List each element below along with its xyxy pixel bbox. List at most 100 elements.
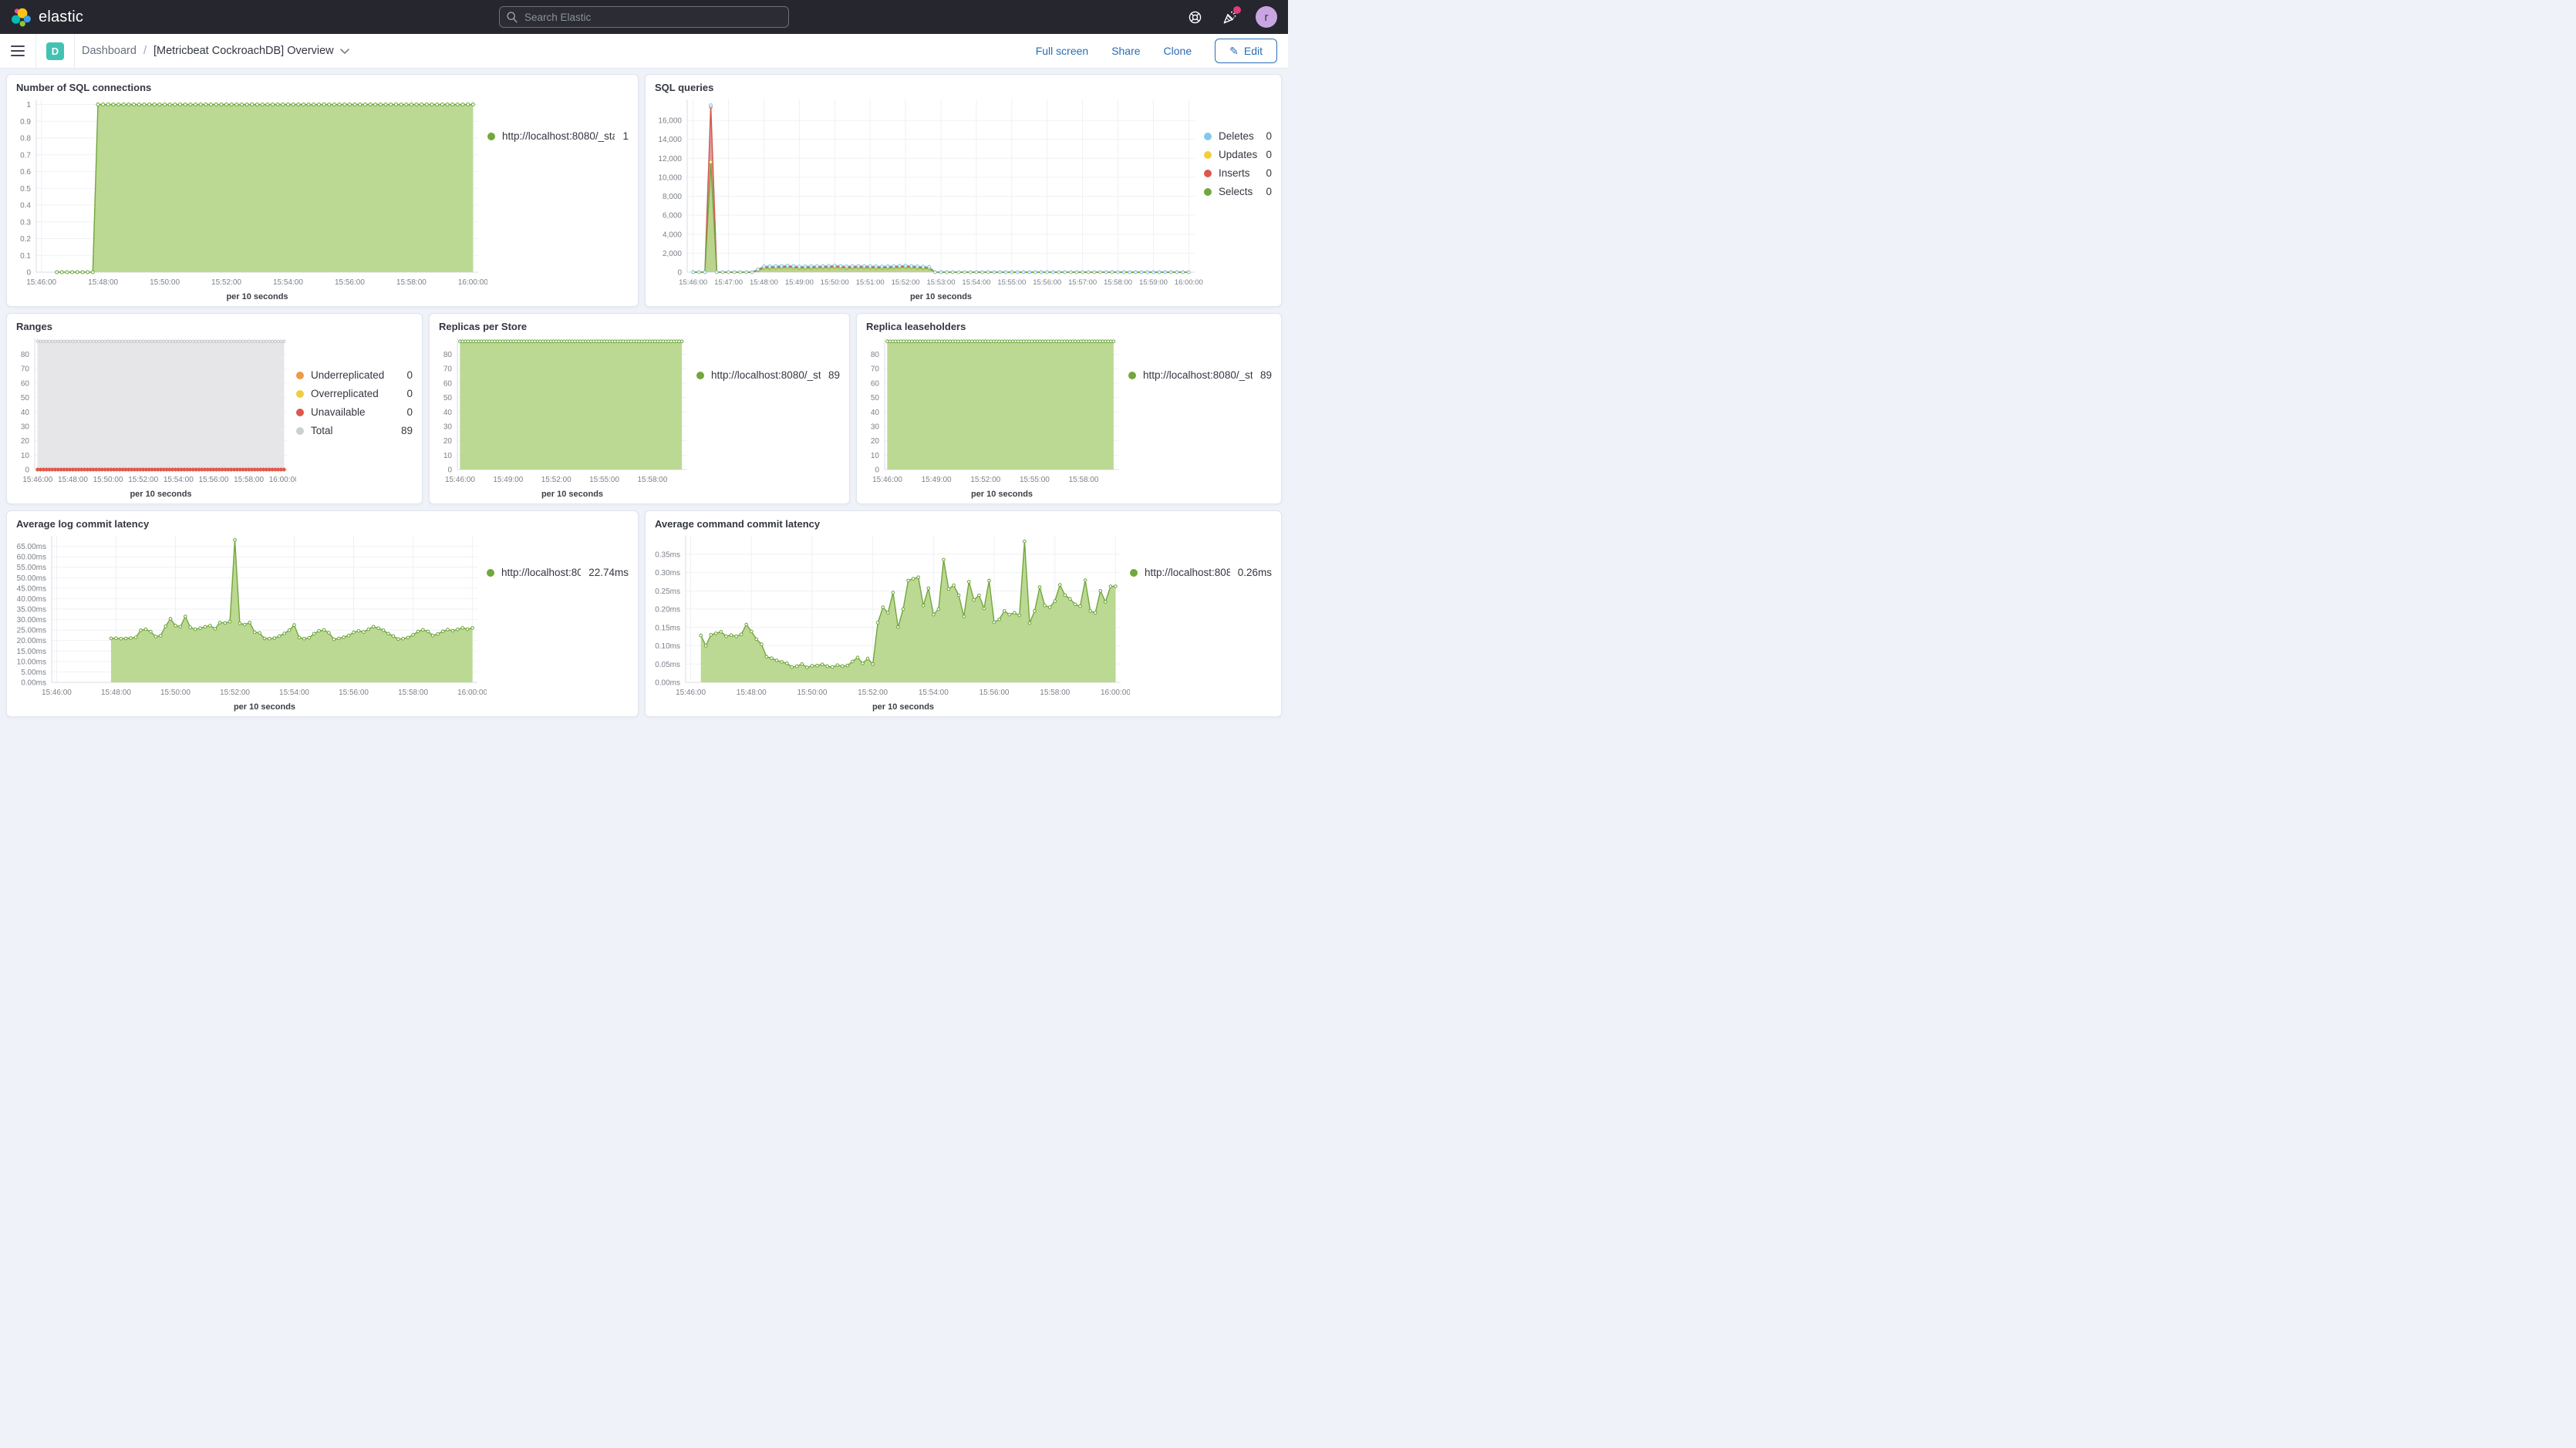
svg-text:15:52:00: 15:52:00: [128, 476, 158, 484]
legend-label: Inserts: [1219, 167, 1258, 179]
legend-item[interactable]: http://localhost:8080...0.26ms: [1130, 567, 1272, 578]
svg-text:25.00ms: 25.00ms: [17, 627, 46, 635]
svg-text:15:49:00: 15:49:00: [785, 278, 814, 287]
panel-title: SQL queries: [646, 75, 1281, 93]
legend-item[interactable]: Unavailable0: [296, 406, 413, 418]
svg-text:15:50:00: 15:50:00: [93, 476, 123, 484]
svg-text:15:54:00: 15:54:00: [279, 689, 309, 697]
panel-title: Replica leaseholders: [857, 314, 1281, 332]
panel-title: Ranges: [7, 314, 422, 332]
legend-item[interactable]: http://localhost:8080/_stat...1: [487, 130, 629, 142]
legend-value: 89: [401, 425, 413, 436]
svg-text:10,000: 10,000: [658, 173, 682, 182]
legend-swatch: [1204, 151, 1212, 159]
legend: http://localhost:8080/_sta...89: [1128, 332, 1281, 503]
legend-item[interactable]: http://localhost:808...22.74ms: [487, 567, 629, 578]
legend-item[interactable]: Underreplicated0: [296, 369, 413, 381]
legend-value: 22.74ms: [588, 567, 629, 578]
svg-text:0: 0: [25, 466, 29, 475]
legend-item[interactable]: Updates0: [1204, 149, 1272, 160]
chart-sql-connections: 00.10.20.30.40.50.60.70.80.9115:46:0015:…: [7, 93, 487, 306]
legend-item[interactable]: Overreplicated0: [296, 388, 413, 399]
user-avatar[interactable]: r: [1256, 6, 1277, 28]
dashboard-toolbar: D Dashboard / [Metricbeat CockroachDB] O…: [0, 34, 1288, 69]
panel-title: Average command commit latency: [646, 511, 1281, 530]
menu-button[interactable]: [0, 34, 35, 68]
svg-text:15:46:00: 15:46:00: [872, 476, 902, 484]
legend-swatch: [1128, 372, 1136, 379]
edit-button[interactable]: ✎ Edit: [1215, 39, 1277, 63]
svg-text:16:00:00: 16:00:00: [269, 476, 296, 484]
legend-item[interactable]: http://localhost:8080/_sta...89: [1128, 369, 1272, 381]
svg-text:15:59:00: 15:59:00: [1139, 278, 1168, 287]
legend-swatch: [1204, 133, 1212, 140]
legend-value: 0: [1266, 167, 1272, 179]
legend-item[interactable]: Selects0: [1204, 186, 1272, 197]
legend-swatch: [487, 133, 495, 140]
dashboard-app-badge[interactable]: D: [46, 42, 64, 60]
help-button[interactable]: [1186, 8, 1203, 25]
svg-text:30: 30: [871, 423, 880, 431]
svg-text:15:49:00: 15:49:00: [493, 476, 523, 484]
legend-item[interactable]: Deletes0: [1204, 130, 1272, 142]
search-input[interactable]: [499, 6, 789, 28]
legend-swatch: [487, 569, 494, 577]
svg-text:15:52:00: 15:52:00: [211, 278, 241, 287]
legend: Deletes0Updates0Inserts0Selects0: [1204, 93, 1281, 306]
legend-value: 0: [406, 406, 413, 418]
svg-text:15:50:00: 15:50:00: [150, 278, 180, 287]
svg-text:15:58:00: 15:58:00: [396, 278, 427, 287]
legend-item[interactable]: http://localhost:8080/_sta...89: [696, 369, 840, 381]
breadcrumb-dashboard-link[interactable]: Dashboard: [82, 45, 137, 57]
full-screen-button[interactable]: Full screen: [1036, 45, 1088, 57]
svg-text:70: 70: [21, 365, 30, 374]
svg-text:15:46:00: 15:46:00: [22, 476, 52, 484]
clone-button[interactable]: Clone: [1164, 45, 1192, 57]
svg-text:4,000: 4,000: [663, 231, 682, 239]
svg-text:0.00ms: 0.00ms: [655, 679, 680, 688]
svg-text:15:54:00: 15:54:00: [919, 689, 949, 697]
svg-text:16:00:00: 16:00:00: [1101, 689, 1130, 697]
breadcrumb-separator: /: [143, 45, 147, 57]
panel-avg-command-commit-latency: Average command commit latency0.00ms0.05…: [645, 510, 1282, 717]
panel-ranges: Ranges0102030405060708015:46:0015:48:001…: [6, 313, 423, 504]
help-lifebuoy-icon: [1188, 10, 1202, 25]
svg-text:15:55:00: 15:55:00: [589, 476, 619, 484]
svg-text:35.00ms: 35.00ms: [17, 606, 46, 615]
svg-text:per 10 seconds: per 10 seconds: [234, 702, 295, 712]
svg-text:0.4: 0.4: [20, 202, 31, 210]
legend-item[interactable]: Total89: [296, 425, 413, 436]
dashboard-row: Number of SQL connections00.10.20.30.40.…: [6, 74, 1282, 307]
legend-swatch: [296, 372, 304, 379]
chart-avg-log-commit-latency: 0.00ms5.00ms10.00ms15.00ms20.00ms25.00ms…: [7, 530, 487, 716]
share-button[interactable]: Share: [1111, 45, 1140, 57]
chart-sql-queries: 02,0004,0006,0008,00010,00012,00014,0001…: [646, 93, 1204, 306]
legend: http://localhost:808...22.74ms: [487, 530, 638, 716]
svg-text:0.3: 0.3: [20, 218, 31, 227]
svg-text:10: 10: [21, 452, 30, 460]
legend-swatch: [1130, 569, 1138, 577]
news-button[interactable]: [1221, 8, 1238, 25]
svg-text:70: 70: [443, 365, 453, 374]
svg-text:15:48:00: 15:48:00: [88, 278, 118, 287]
svg-text:15:56:00: 15:56:00: [198, 476, 228, 484]
title-menu-button[interactable]: [340, 49, 349, 54]
legend-value: 0: [406, 369, 413, 381]
svg-text:12,000: 12,000: [658, 155, 682, 163]
legend-label: Overreplicated: [311, 388, 399, 399]
svg-text:0: 0: [26, 269, 31, 278]
svg-text:15:58:00: 15:58:00: [637, 476, 667, 484]
svg-text:10.00ms: 10.00ms: [17, 658, 46, 666]
legend-swatch: [1204, 188, 1212, 196]
legend-item[interactable]: Inserts 0: [1204, 167, 1272, 179]
legend-value: 0: [1266, 149, 1272, 160]
elastic-logo[interactable]: elastic: [11, 7, 83, 28]
svg-text:15:50:00: 15:50:00: [821, 278, 849, 287]
legend-label: Deletes: [1219, 130, 1258, 142]
legend: Underreplicated0Overreplicated0Unavailab…: [296, 332, 422, 503]
svg-text:0: 0: [875, 466, 879, 475]
elastic-logo-icon: [11, 7, 32, 28]
panel-sql-connections: Number of SQL connections00.10.20.30.40.…: [6, 74, 639, 307]
dashboard-row: Average log commit latency0.00ms5.00ms10…: [6, 510, 1282, 717]
svg-text:15:56:00: 15:56:00: [979, 689, 1010, 697]
